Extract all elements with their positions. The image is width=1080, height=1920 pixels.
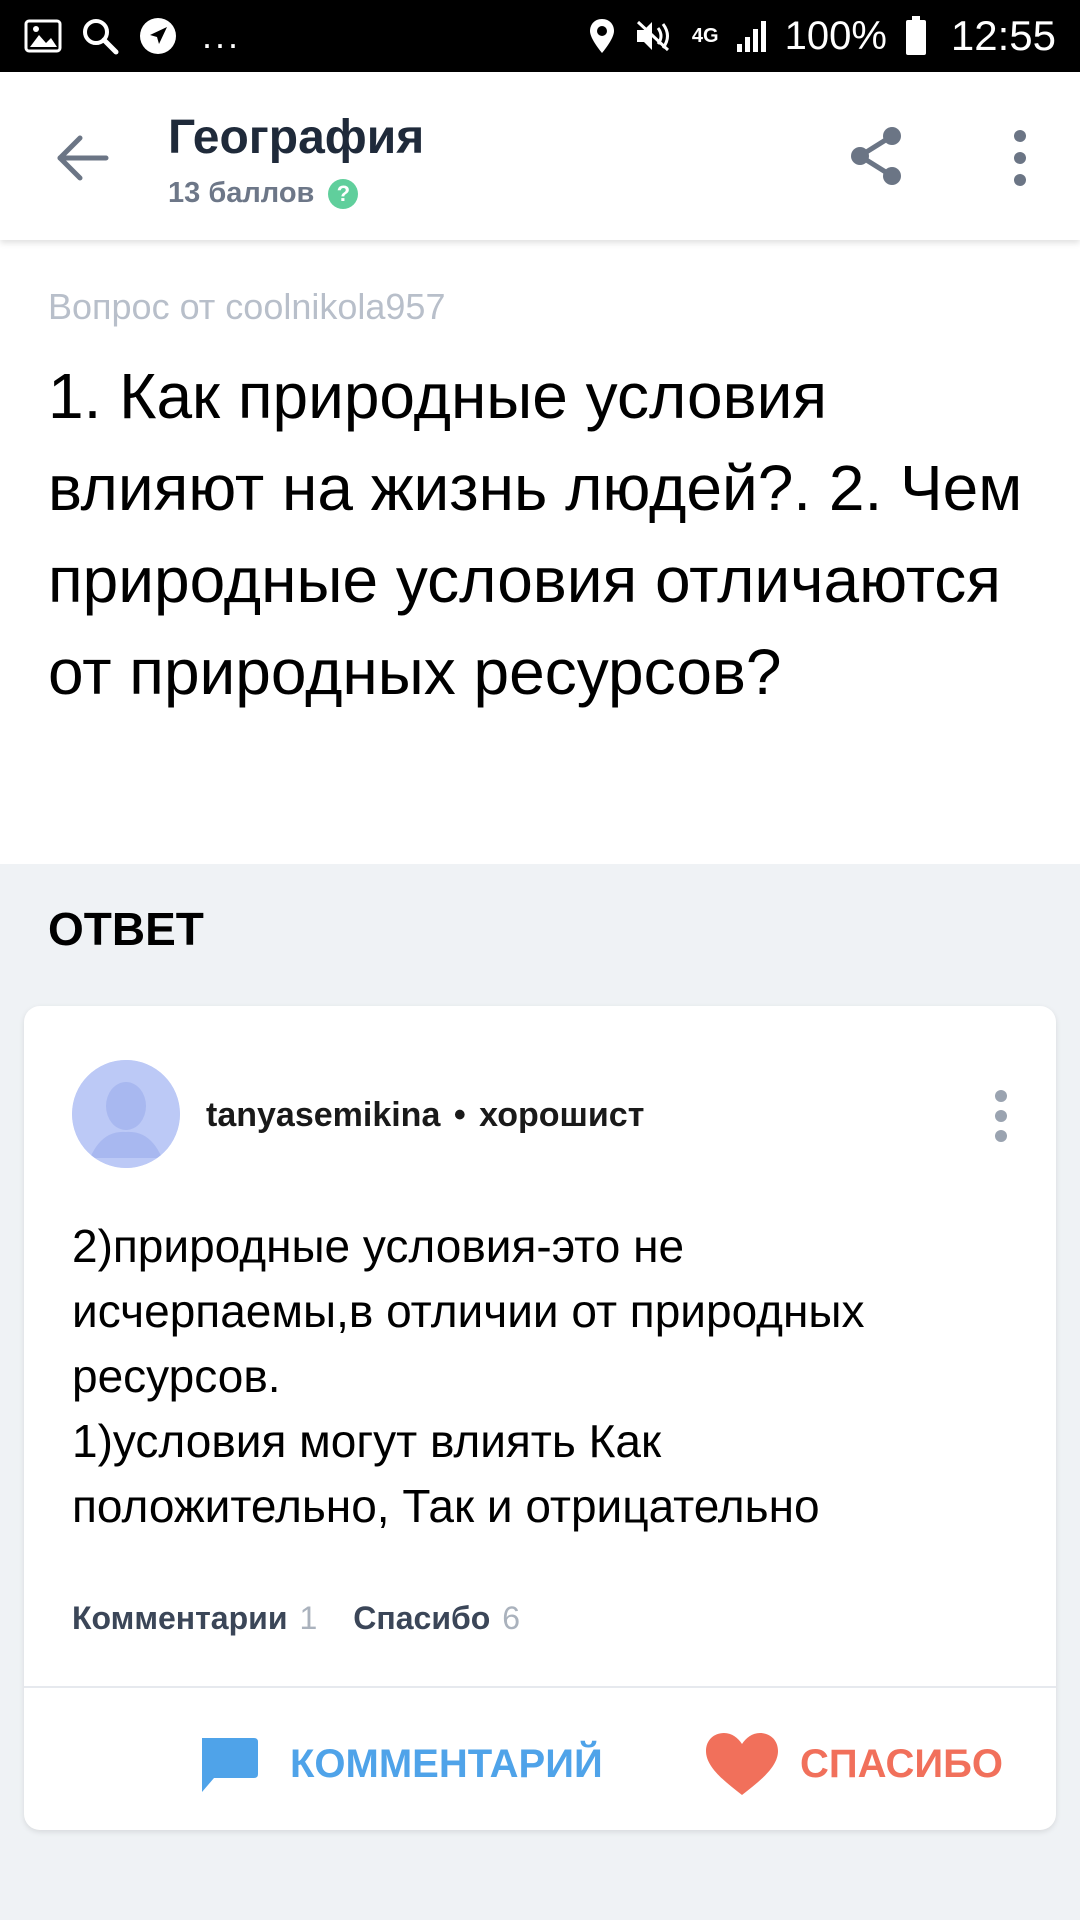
- answer-line: 2)природные условия-это не: [72, 1220, 685, 1272]
- thanks-stat[interactable]: Спасибо 6: [353, 1600, 520, 1637]
- answer-heading: ОТВЕТ: [48, 903, 204, 955]
- answer-options-button[interactable]: [986, 1088, 1016, 1144]
- question-section: Вопрос от coolnikola957 1. Как природные…: [0, 240, 1080, 864]
- question-author: Вопрос от coolnikola957: [48, 286, 446, 327]
- author-separator: •: [453, 1096, 466, 1134]
- app-bar: География 13 баллов ?: [0, 72, 1080, 240]
- battery-percent: 100%: [784, 13, 887, 58]
- more-vert-icon: [1014, 130, 1026, 186]
- question-text: 1. Как природные условия влияют на жизнь…: [48, 360, 1023, 708]
- title-block: География 13 баллов ?: [168, 110, 424, 210]
- subject-title: География: [168, 111, 425, 164]
- heart-icon: [706, 1733, 778, 1795]
- battery-icon: [905, 16, 927, 56]
- answer-line: ресурсов.: [72, 1350, 281, 1402]
- status-right: 4G 100% 12:55: [588, 12, 1056, 60]
- more-options-button[interactable]: [1000, 128, 1040, 188]
- answer-line: положительно, Так и отрицательно: [72, 1480, 820, 1532]
- comment-icon: [202, 1738, 258, 1792]
- thanks-button[interactable]: СПАСИБО: [704, 1724, 1003, 1804]
- answer-line: 1)условия могут влиять Как: [72, 1415, 662, 1467]
- back-button[interactable]: [52, 128, 112, 188]
- answer-card: tanyasemikina • хорошист 2)природные усл…: [24, 1006, 1056, 1830]
- comment-button[interactable]: КОММЕНТАРИЙ: [196, 1724, 603, 1804]
- more-vert-icon: [995, 1090, 1007, 1142]
- network-type-label: 4G: [692, 26, 719, 46]
- comments-stat[interactable]: Комментарии 1: [72, 1600, 317, 1637]
- back-arrow-icon: [57, 135, 109, 181]
- share-icon: [851, 127, 901, 185]
- location-icon: [588, 17, 616, 55]
- points-row: 13 баллов ?: [168, 177, 424, 210]
- stats-row: Комментарии 1 Спасибо 6: [72, 1600, 520, 1637]
- thanks-label: Спасибо: [353, 1600, 491, 1636]
- search-icon: [80, 16, 120, 56]
- avatar-icon: [72, 1060, 180, 1168]
- comment-button-label: КОММЕНТАРИЙ: [290, 1741, 603, 1786]
- signal-icon: [736, 20, 767, 52]
- author-rank: хорошист: [479, 1096, 645, 1134]
- mute-icon: [634, 18, 674, 54]
- author-line: tanyasemikina • хорошист: [206, 1096, 644, 1135]
- status-more-dots: ...: [202, 15, 242, 56]
- help-icon[interactable]: ?: [328, 178, 359, 209]
- points-label: 13 баллов: [168, 177, 315, 209]
- status-bar: ... 4G 100% 12:55: [0, 0, 1080, 72]
- comments-label: Комментарии: [72, 1600, 288, 1636]
- thanks-button-label: СПАСИБО: [800, 1741, 1004, 1786]
- network-type-text: 4G: [691, 25, 719, 47]
- answer-line: исчерпаемы,в отличии от природных: [72, 1285, 865, 1337]
- answer-text: 2)природные условия-это не исчерпаемы,в …: [72, 1214, 1032, 1539]
- card-divider: [24, 1686, 1056, 1688]
- avatar[interactable]: [72, 1060, 180, 1168]
- navigation-icon: [138, 16, 178, 56]
- author-name[interactable]: tanyasemikina: [206, 1096, 440, 1134]
- clock: 12:55: [950, 12, 1056, 59]
- gallery-icon: [24, 19, 62, 53]
- thanks-count: 6: [502, 1600, 521, 1636]
- status-left: ...: [24, 15, 241, 57]
- comments-count: 1: [299, 1600, 318, 1636]
- share-button[interactable]: [846, 124, 906, 188]
